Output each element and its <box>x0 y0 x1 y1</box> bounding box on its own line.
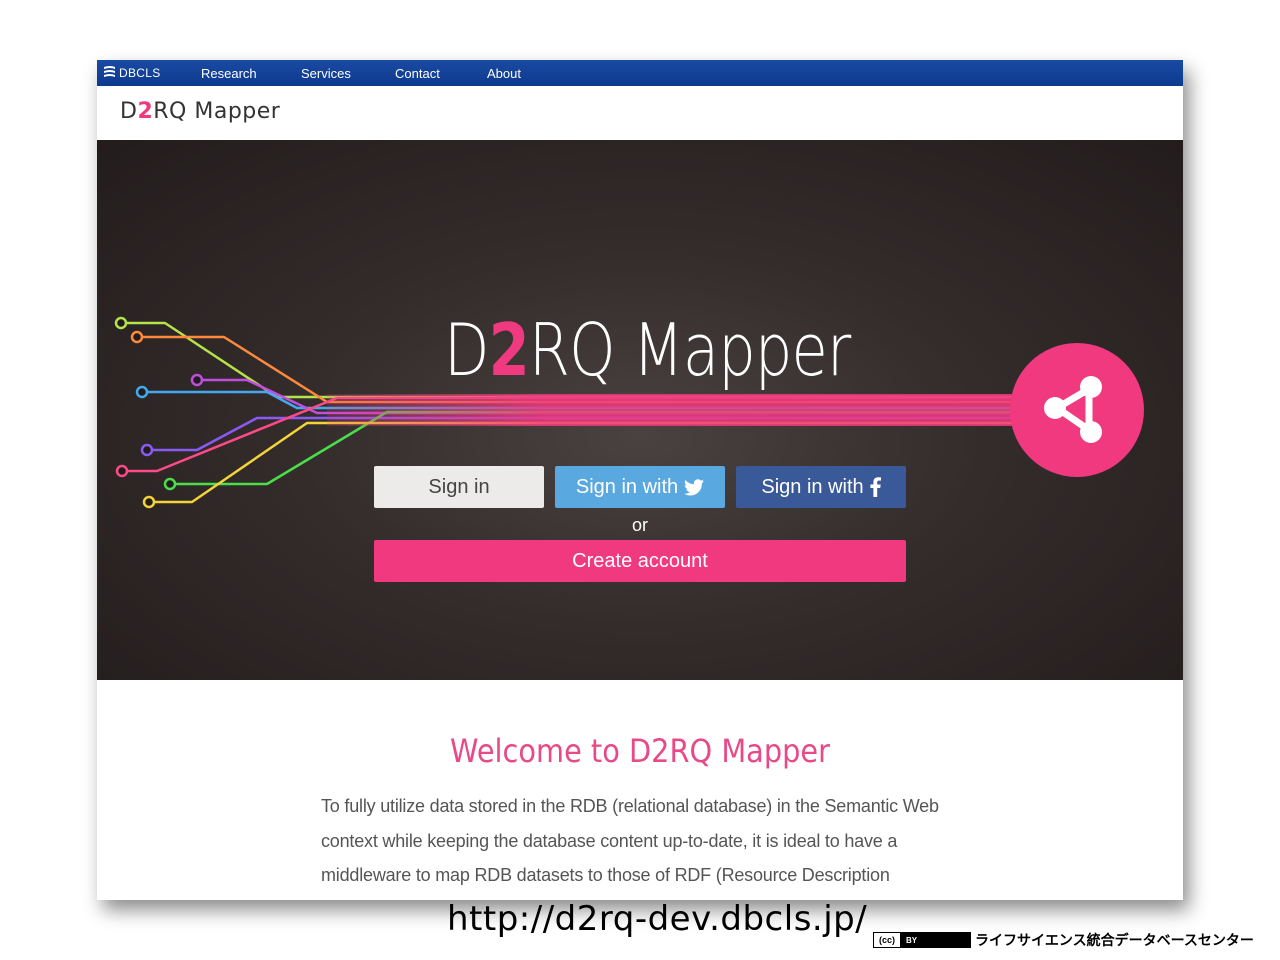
hero-title: D2RQ Mapper <box>444 308 851 392</box>
hero-title-suffix: RQ Mapper <box>528 308 851 392</box>
nav-research[interactable]: Research <box>201 66 257 81</box>
site-logo[interactable]: D2RQ Mapper <box>120 99 280 124</box>
nav-services[interactable]: Services <box>301 66 351 81</box>
dbcls-brand-link[interactable]: DBCLS <box>103 65 161 80</box>
intro-paragraph: To fully utilize data stored in the RDB … <box>321 796 939 900</box>
logo-two: 2 <box>137 99 154 124</box>
hero-title-prefix: D <box>444 308 489 392</box>
site-url: http://d2rq-dev.dbcls.jp/ <box>447 899 868 939</box>
browser-screenshot: DBCLS Research Services Contact About D2… <box>97 60 1183 900</box>
top-navbar: DBCLS Research Services Contact About <box>97 60 1183 86</box>
sign-in-twitter-label: Sign in with <box>575 475 679 498</box>
nav-about[interactable]: About <box>487 66 521 81</box>
hero-lines-graphic <box>114 316 1144 509</box>
facebook-icon <box>870 477 881 497</box>
sign-in-label: Sign in <box>428 475 490 498</box>
dbcls-logo-icon <box>104 66 115 77</box>
logo-suffix: RQ Mapper <box>153 99 281 124</box>
create-account-button[interactable]: Create account <box>374 540 906 582</box>
hero-title-two: 2 <box>488 308 530 392</box>
brand-label: DBCLS <box>119 65 161 80</box>
by-label: BY <box>906 935 918 945</box>
sign-in-button[interactable]: Sign in <box>374 466 544 508</box>
nav-contact[interactable]: Contact <box>395 66 440 81</box>
cc-label: (cc) <box>874 933 900 947</box>
hero-section: D2RQ Mapper Sign in Sign in with Sign in… <box>97 140 1183 680</box>
share-badge <box>1010 343 1144 477</box>
site-header: D2RQ Mapper <box>97 86 1183 140</box>
cc-by-license-badge: (cc) BY <box>873 932 971 948</box>
organization-name: ライフサイエンス統合データベースセンター <box>975 932 1254 948</box>
welcome-heading: Welcome to D2RQ Mapper <box>450 732 830 770</box>
create-account-label: Create account <box>572 549 708 572</box>
slide: DBCLS Research Services Contact About D2… <box>0 0 1280 960</box>
sign-in-facebook-button[interactable]: Sign in with <box>736 466 906 508</box>
sign-in-facebook-label: Sign in with <box>761 475 864 498</box>
twitter-icon <box>684 478 705 496</box>
or-separator: or <box>631 515 648 535</box>
sign-in-twitter-button[interactable]: Sign in with <box>555 466 725 508</box>
logo-prefix: D <box>120 99 138 124</box>
